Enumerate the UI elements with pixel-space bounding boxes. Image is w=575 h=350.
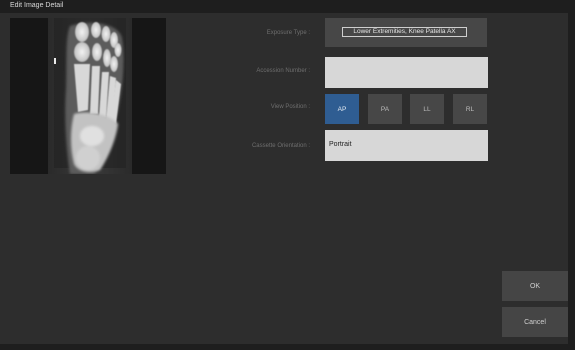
accession-number-label: Accession Number : (256, 68, 310, 74)
xray-foot-image (10, 18, 166, 174)
window-frame-bottom (0, 344, 575, 350)
dialog-title: Edit Image Detail (10, 2, 64, 9)
accession-number-input[interactable] (325, 57, 488, 88)
view-position-ll-button[interactable]: LL (410, 94, 444, 124)
cassette-orientation-label: Cassette Orientation : (251, 143, 310, 149)
exposure-type-label: Exposure Type : (266, 30, 310, 36)
cancel-button[interactable]: Cancel (502, 307, 568, 337)
title-bar: Edit Image Detail (0, 0, 575, 13)
ok-button[interactable]: OK (502, 271, 568, 301)
view-position-rl-button[interactable]: RL (453, 94, 487, 124)
xray-thumbnail (10, 18, 166, 174)
window-frame-right (568, 13, 575, 350)
exposure-type-value: Lower Extremities, Knee Patella AX (342, 27, 467, 37)
view-position-label: View Position : (270, 104, 310, 110)
exposure-type-selector[interactable]: Lower Extremities, Knee Patella AX (325, 18, 487, 47)
view-position-pa-button[interactable]: PA (368, 94, 402, 124)
cassette-orientation-value: Portrait (329, 141, 352, 148)
cassette-orientation-selector[interactable]: Portrait (325, 130, 488, 161)
edit-image-detail-dialog: Edit Image Detail Exposure Type: Lower … (0, 0, 575, 350)
view-position-ap-button[interactable]: AP (325, 94, 359, 124)
